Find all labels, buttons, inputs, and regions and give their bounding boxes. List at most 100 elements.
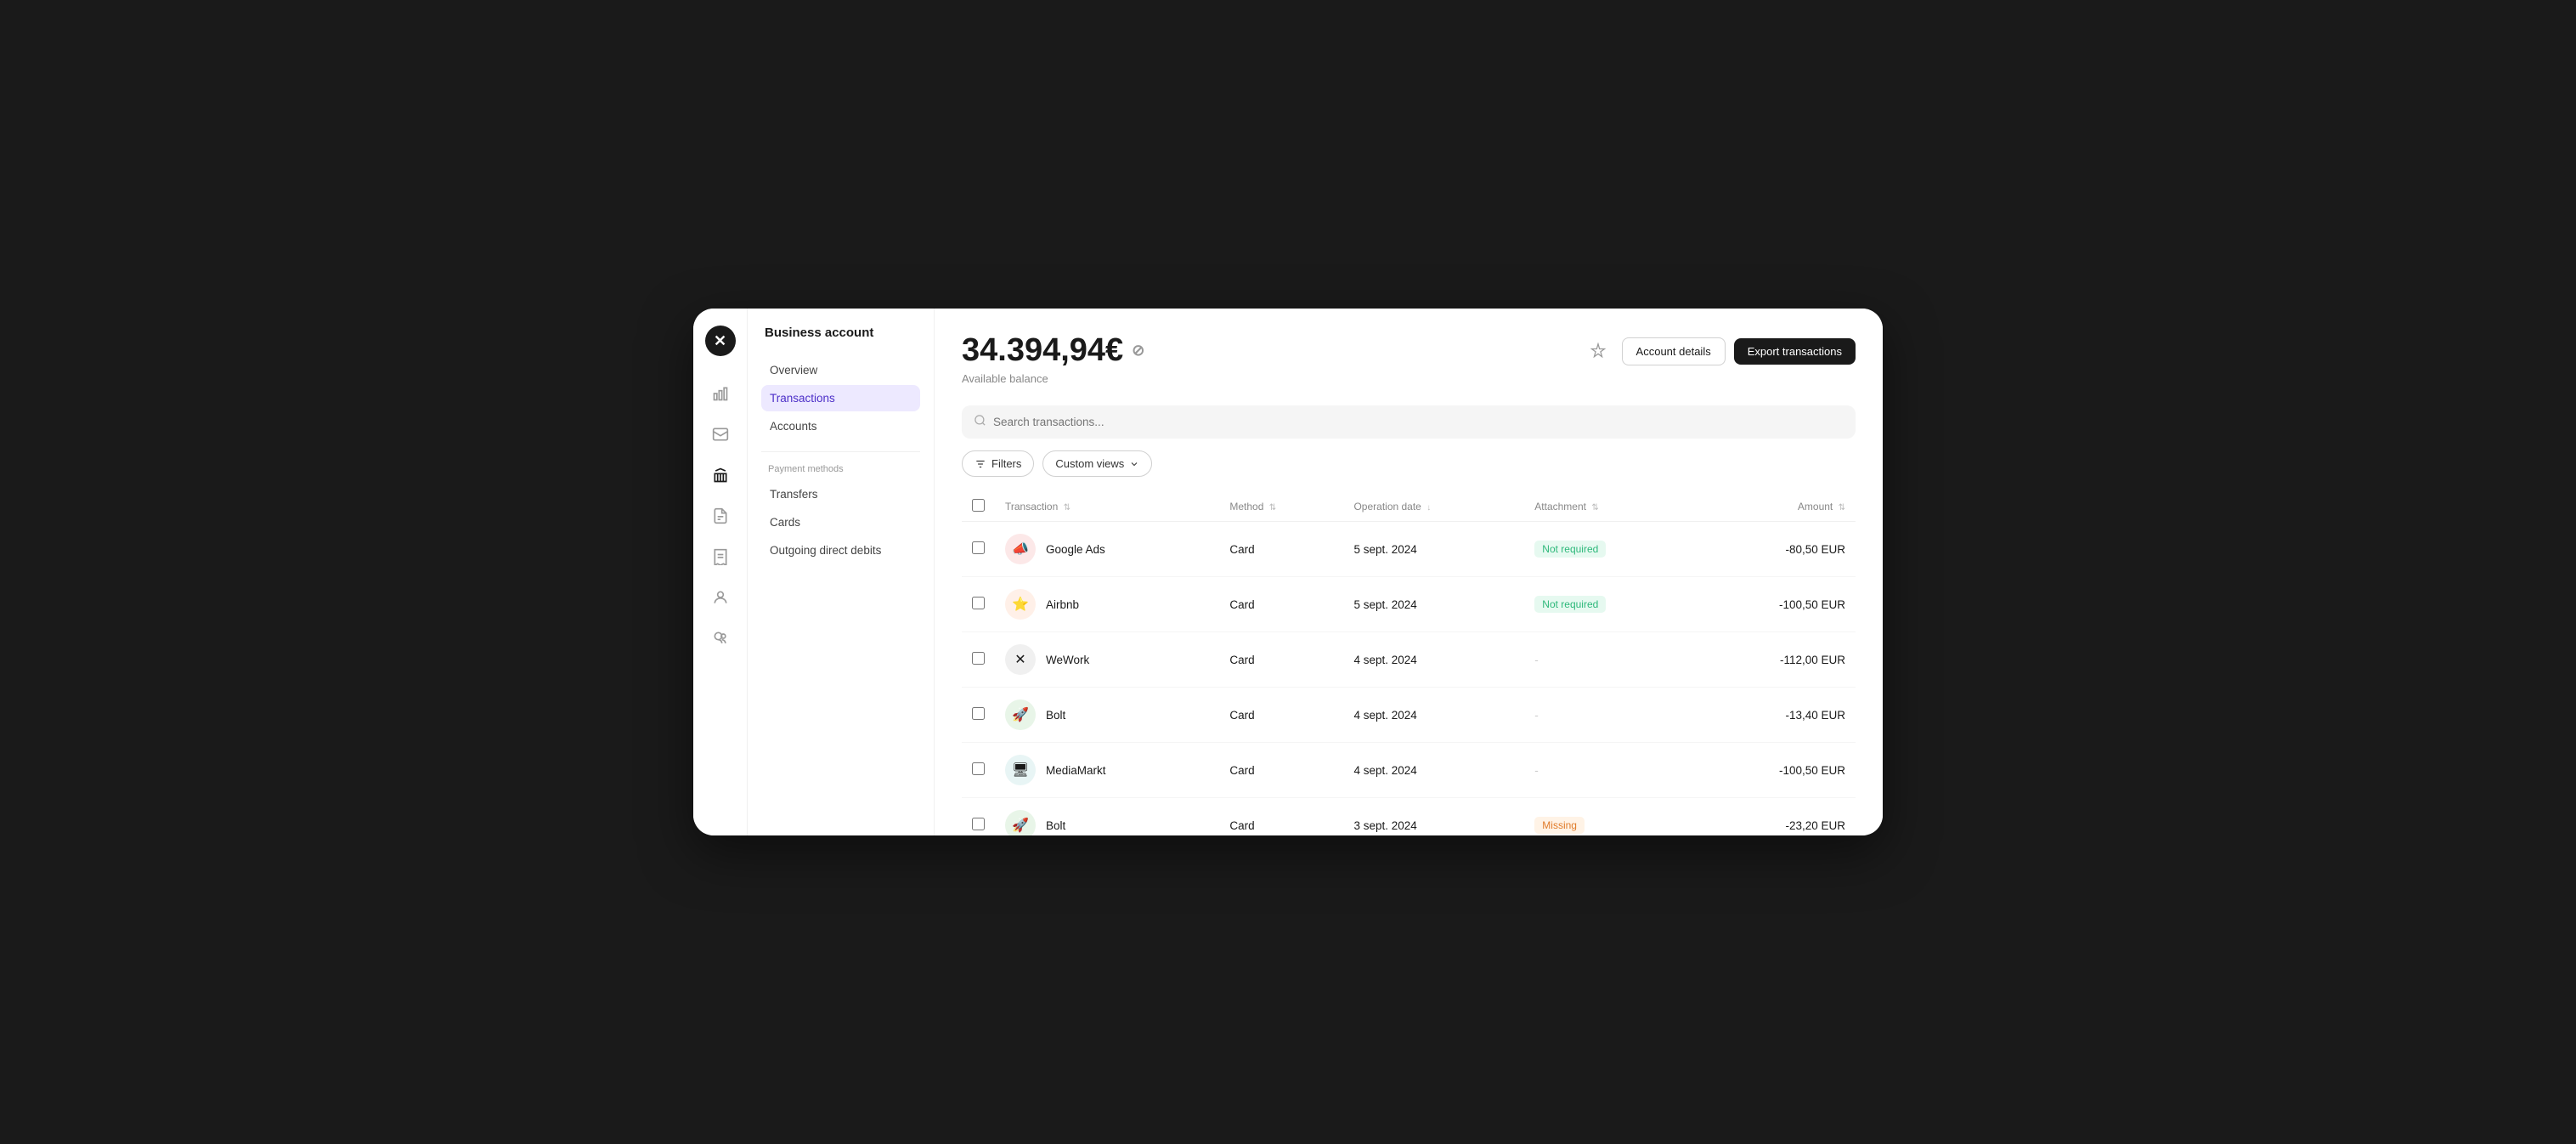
attachment-cell: Not required <box>1524 577 1694 632</box>
sort-method-icon[interactable]: ⇅ <box>1269 503 1276 513</box>
date-cell: 3 sept. 2024 <box>1343 798 1524 836</box>
date-cell: 5 sept. 2024 <box>1343 577 1524 632</box>
merchant-cell[interactable]: 🚀 Bolt <box>995 798 1219 836</box>
method-cell: Card <box>1219 577 1343 632</box>
search-input[interactable] <box>993 416 1844 428</box>
merchant-cell[interactable]: 📣 Google Ads <box>995 522 1219 577</box>
sidebar-item-transactions[interactable]: Transactions <box>761 385 920 411</box>
search-icon <box>974 414 986 430</box>
method-cell: Card <box>1219 798 1343 836</box>
sort-transaction-icon[interactable]: ⇅ <box>1064 503 1071 513</box>
attachment-dash: - <box>1534 764 1539 777</box>
merchant-name: Airbnb <box>1046 598 1079 611</box>
balance-section: 34.394,94€ ⊘ Available balance <box>962 332 1144 385</box>
main-content: 34.394,94€ ⊘ Available balance Account d… <box>935 309 1883 835</box>
sort-amount-icon[interactable]: ⇅ <box>1839 503 1845 513</box>
payment-methods-label: Payment methods <box>761 464 920 474</box>
custom-views-label: Custom views <box>1055 457 1124 470</box>
balance-label: Available balance <box>962 372 1144 385</box>
bank-icon[interactable] <box>703 458 737 492</box>
attachment-cell: Not required <box>1524 522 1694 577</box>
merchant-cell[interactable]: ⭐ Airbnb <box>995 577 1219 632</box>
select-all-header <box>962 492 995 522</box>
table-header-row: Transaction ⇅ Method ⇅ Operation date ↓ … <box>962 492 1856 522</box>
chart-icon[interactable] <box>703 377 737 411</box>
attachment-cell: - <box>1524 632 1694 688</box>
merchant-cell[interactable]: ✕ WeWork <box>995 632 1219 688</box>
merchant-cell[interactable]: 🚀 Bolt <box>995 688 1219 743</box>
person-icon[interactable] <box>703 580 737 614</box>
date-cell: 4 sept. 2024 <box>1343 688 1524 743</box>
hide-balance-icon[interactable]: ⊘ <box>1132 342 1144 360</box>
col-attachment: Attachment ⇅ <box>1524 492 1694 522</box>
merchant-name: Bolt <box>1046 819 1065 832</box>
amount-cell: -112,00 EUR <box>1695 632 1856 688</box>
attachment-badge: Not required <box>1534 596 1606 613</box>
app-logo[interactable]: ✕ <box>705 326 736 356</box>
merchant-cell[interactable]: 🖥 MediaMarkt <box>995 743 1219 798</box>
merchant-name: Bolt <box>1046 709 1065 722</box>
row-checkbox[interactable] <box>972 707 985 720</box>
balance-value: 34.394,94€ <box>962 332 1123 369</box>
coins-icon[interactable] <box>703 621 737 655</box>
table-row: ⭐ Airbnb Card5 sept. 2024Not required-10… <box>962 577 1856 632</box>
main-header: 34.394,94€ ⊘ Available balance Account d… <box>962 332 1856 385</box>
date-cell: 5 sept. 2024 <box>1343 522 1524 577</box>
merchant-name: WeWork <box>1046 654 1089 666</box>
merchant-name: Google Ads <box>1046 543 1105 556</box>
row-checkbox[interactable] <box>972 541 985 554</box>
col-transaction: Transaction ⇅ <box>995 492 1219 522</box>
sidebar-item-direct-debits[interactable]: Outgoing direct debits <box>761 537 920 564</box>
date-cell: 4 sept. 2024 <box>1343 632 1524 688</box>
row-checkbox[interactable] <box>972 762 985 775</box>
attachment-dash: - <box>1534 709 1539 722</box>
merchant-icon: 🖥 <box>1005 755 1036 785</box>
ai-assist-button[interactable] <box>1583 336 1613 366</box>
col-amount: Amount ⇅ <box>1695 492 1856 522</box>
export-transactions-button[interactable]: Export transactions <box>1734 338 1856 365</box>
mail-icon[interactable] <box>703 417 737 451</box>
filters-button[interactable]: Filters <box>962 450 1034 477</box>
method-cell: Card <box>1219 743 1343 798</box>
row-checkbox[interactable] <box>972 818 985 830</box>
attachment-cell: - <box>1524 743 1694 798</box>
attachment-cell: Missing <box>1524 798 1694 836</box>
sidebar-item-overview[interactable]: Overview <box>761 357 920 383</box>
receipt-icon[interactable] <box>703 540 737 574</box>
table-row: 🚀 Bolt Card3 sept. 2024 Missing -23,20 EUR <box>962 798 1856 836</box>
merchant-icon: 📣 <box>1005 534 1036 564</box>
sidebar-item-cards[interactable]: Cards <box>761 509 920 535</box>
sidebar-item-accounts[interactable]: Accounts <box>761 413 920 439</box>
balance-amount-row: 34.394,94€ ⊘ <box>962 332 1144 369</box>
app-window: ✕ Business account Overview Transaction <box>693 309 1883 835</box>
col-method: Method ⇅ <box>1219 492 1343 522</box>
file-text-icon[interactable] <box>703 499 737 533</box>
attachment-badge: Missing <box>1534 817 1585 834</box>
sort-date-icon[interactable]: ↓ <box>1426 503 1431 513</box>
method-cell: Card <box>1219 688 1343 743</box>
merchant-icon: ✕ <box>1005 644 1036 675</box>
method-cell: Card <box>1219 522 1343 577</box>
row-checkbox[interactable] <box>972 597 985 609</box>
attachment-cell: - <box>1524 688 1694 743</box>
sidebar-title: Business account <box>761 326 920 340</box>
header-actions: Account details Export transactions <box>1583 336 1856 366</box>
method-cell: Card <box>1219 632 1343 688</box>
attachment-dash: - <box>1534 654 1539 666</box>
filter-row: Filters Custom views <box>962 450 1856 477</box>
amount-cell: -13,40 EUR <box>1695 688 1856 743</box>
custom-views-button[interactable]: Custom views <box>1042 450 1152 477</box>
select-all-checkbox[interactable] <box>972 499 985 512</box>
account-details-button[interactable]: Account details <box>1622 337 1726 365</box>
merchant-icon: ⭐ <box>1005 589 1036 620</box>
sort-attachment-icon[interactable]: ⇅ <box>1591 503 1598 513</box>
sidebar-item-transfers[interactable]: Transfers <box>761 481 920 507</box>
merchant-icon: 🚀 <box>1005 699 1036 730</box>
row-checkbox[interactable] <box>972 652 985 665</box>
merchant-icon: 🚀 <box>1005 810 1036 835</box>
table-row: ✕ WeWork Card4 sept. 2024- -112,00 EUR <box>962 632 1856 688</box>
col-date: Operation date ↓ <box>1343 492 1524 522</box>
icon-rail: ✕ <box>693 309 748 835</box>
amount-cell: -23,20 EUR <box>1695 798 1856 836</box>
table-row: 🚀 Bolt Card4 sept. 2024- -13,40 EUR <box>962 688 1856 743</box>
